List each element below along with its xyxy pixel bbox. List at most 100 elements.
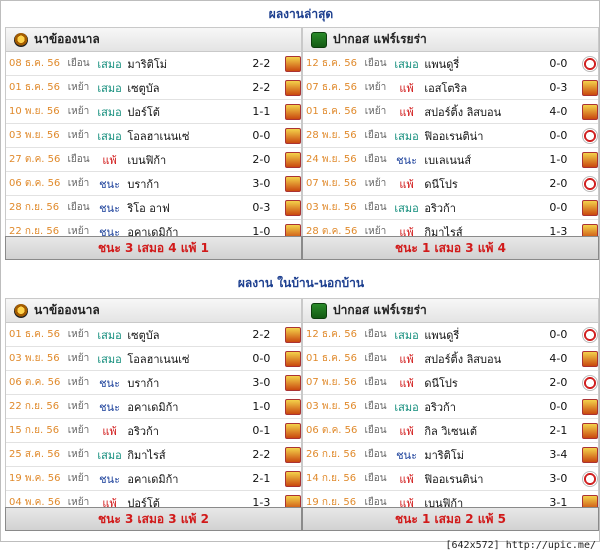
match-result: เสมอ: [97, 328, 122, 342]
match-venue: เหย้า: [67, 377, 90, 388]
competition-icon: [285, 151, 301, 168]
match-venue: เยือน: [364, 58, 387, 69]
match-venue: เยือน: [364, 353, 387, 364]
panel-team-left-latest: นาข้อองนาล 08 ธ.ค. 56 เยือน เสมอ มาริติโม่ 2…: [5, 27, 302, 244]
competition-icon: [582, 422, 598, 439]
match-result: แพ้: [399, 472, 414, 486]
match-score: 2-0: [549, 376, 568, 389]
match-venue: เยือน: [67, 58, 90, 69]
opponent-name: บราก้า: [127, 177, 160, 191]
match-date: 28 ก.ย. 56: [9, 202, 60, 213]
match-venue: เยือน: [364, 154, 387, 165]
match-venue: เยือน: [364, 425, 387, 436]
image-host-footer: [642x572] http://upic.me/: [445, 540, 596, 551]
team-name: นาข้อองนาล: [34, 303, 100, 317]
match-date: 19 พ.ค. 56: [9, 473, 61, 484]
match-result: เสมอ: [97, 129, 122, 143]
match-date: 06 ต.ค. 56: [9, 377, 61, 388]
match-row: 19 พ.ค. 56 เหย้า ชนะ อคาเดมิก้า 2-1: [6, 467, 301, 491]
match-result: แพ้: [399, 424, 414, 438]
match-result: ชนะ: [99, 177, 120, 191]
panel-team-right-latest: ปากอส แฟร์เรยร่า 12 ธ.ค. 56 เยือน เสมอ แพนด…: [302, 27, 599, 244]
team-name: ปากอส แฟร์เรยร่า: [333, 32, 427, 46]
match-venue: เยือน: [364, 449, 387, 460]
match-venue: เหย้า: [67, 329, 90, 340]
competition-icon: [285, 422, 301, 439]
competition-icon: [285, 374, 301, 391]
match-score: 3-0: [252, 177, 271, 190]
match-score: 4-0: [549, 352, 568, 365]
panel-header: นาข้อองนาล: [6, 299, 301, 323]
match-row: 03 พ.ย. 56 เหย้า เสมอ โอลฮาเนนเซ่ 0-0: [6, 347, 301, 371]
competition-icon: [582, 79, 598, 96]
competition-icon: [582, 199, 598, 216]
opponent-name: อริวก้า: [127, 424, 159, 438]
match-venue: เหย้า: [67, 401, 90, 412]
competition-icon: [582, 326, 598, 343]
opponent-name: เอสโตริล: [424, 81, 468, 95]
match-result: เสมอ: [97, 352, 122, 366]
page-frame: ผลงานล่าสุด นาข้อองนาล 08 ธ.ค. 56 เยือน เส…: [0, 0, 600, 542]
match-result: แพ้: [399, 105, 414, 119]
match-result: ชนะ: [99, 376, 120, 390]
summary-right-latest: ชนะ 1 เสมอ 3 แพ้ 4: [302, 236, 599, 260]
opponent-name: มาริติโม่: [424, 448, 464, 462]
match-score: 0-0: [549, 129, 568, 142]
match-list: 08 ธ.ค. 56 เยือน เสมอ มาริติโม่ 2-2 01 ธ.ค. 5…: [6, 52, 301, 243]
match-result: เสมอ: [394, 129, 419, 143]
summary-right-homeaway: ชนะ 1 เสมอ 2 แพ้ 5: [302, 507, 599, 531]
competition-icon: [285, 175, 301, 192]
match-result: เสมอ: [394, 328, 419, 342]
competition-icon: [582, 175, 598, 192]
competition-icon: [582, 55, 598, 72]
match-date: 03 พ.ย. 56: [9, 130, 60, 141]
competition-icon: [285, 127, 301, 144]
match-list: 12 ธ.ค. 56 เยือน เสมอ แพนดูรี่ 0-0 01 ธ.ค. 56…: [303, 323, 598, 514]
match-score: 2-2: [252, 328, 271, 341]
competition-icon: [582, 350, 598, 367]
match-row: 14 ก.ย. 56 เยือน แพ้ ฟิออเรนติน่า 3-0: [303, 467, 598, 491]
section-title-latest: ผลงานล่าสุด: [268, 7, 334, 21]
match-venue: เหย้า: [67, 106, 90, 117]
panel-team-left-homeaway: นาข้อองนาล 01 ธ.ค. 56 เหย้า เสมอ เซตูบัล 2-2…: [5, 298, 302, 515]
panel-team-right-homeaway: ปากอส แฟร์เรยร่า 12 ธ.ค. 56 เยือน เสมอ แพนด…: [302, 298, 599, 515]
match-row: 28 ก.ย. 56 เยือน ชนะ ริโอ อาฟ 0-3: [6, 196, 301, 220]
match-date: 10 พ.ย. 56: [9, 106, 60, 117]
match-score: 0-0: [549, 57, 568, 70]
match-row: 10 พ.ย. 56 เหย้า เสมอ ปอร์โต้ 1-1: [6, 100, 301, 124]
match-venue: เยือน: [364, 202, 387, 213]
match-date: 26 ก.ย. 56: [306, 449, 357, 460]
match-score: 2-2: [252, 57, 271, 70]
match-score: 3-4: [549, 448, 568, 461]
match-result: เสมอ: [394, 57, 419, 71]
match-venue: เยือน: [364, 130, 387, 141]
team-crest-icon: [311, 31, 327, 48]
match-row: 26 ก.ย. 56 เยือน ชนะ มาริติโม่ 3-4: [303, 443, 598, 467]
competition-icon: [285, 398, 301, 415]
match-result: แพ้: [399, 376, 414, 390]
match-date: 15 ก.ย. 56: [9, 425, 60, 436]
opponent-name: แพนดูรี่: [424, 328, 460, 342]
match-row: 06 ต.ค. 56 เหย้า ชนะ บราก้า 3-0: [6, 371, 301, 395]
competition-icon: [285, 79, 301, 96]
match-venue: เหย้า: [67, 425, 90, 436]
opponent-name: กิมาไรส์: [127, 448, 166, 462]
opponent-name: อริวก้า: [424, 201, 456, 215]
match-score: 1-0: [549, 153, 568, 166]
match-date: 14 ก.ย. 56: [306, 473, 357, 484]
match-row: 01 ธ.ค. 56 เยือน แพ้ สปอร์ติ้ง ลิสบอน 4-0: [303, 347, 598, 371]
summary-left-latest: ชนะ 3 เสมอ 4 แพ้ 1: [5, 236, 302, 260]
match-date: 07 พ.ย. 56: [306, 377, 357, 388]
match-venue: เหย้า: [364, 106, 387, 117]
opponent-name: มาริติโม่: [127, 57, 167, 71]
match-row: 01 ธ.ค. 56 เหย้า แพ้ สปอร์ติ้ง ลิสบอน 4-0: [303, 100, 598, 124]
match-row: 15 ก.ย. 56 เหย้า แพ้ อริวก้า 0-1: [6, 419, 301, 443]
match-date: 12 ธ.ค. 56: [306, 329, 357, 340]
match-date: 03 พ.ย. 56: [306, 401, 357, 412]
match-venue: เหย้า: [67, 353, 90, 364]
match-date: 01 ธ.ค. 56: [9, 82, 60, 93]
competition-icon: [285, 350, 301, 367]
opponent-name: ฟิออเรนติน่า: [424, 129, 484, 143]
match-score: 2-1: [252, 472, 271, 485]
match-score: 3-0: [252, 376, 271, 389]
